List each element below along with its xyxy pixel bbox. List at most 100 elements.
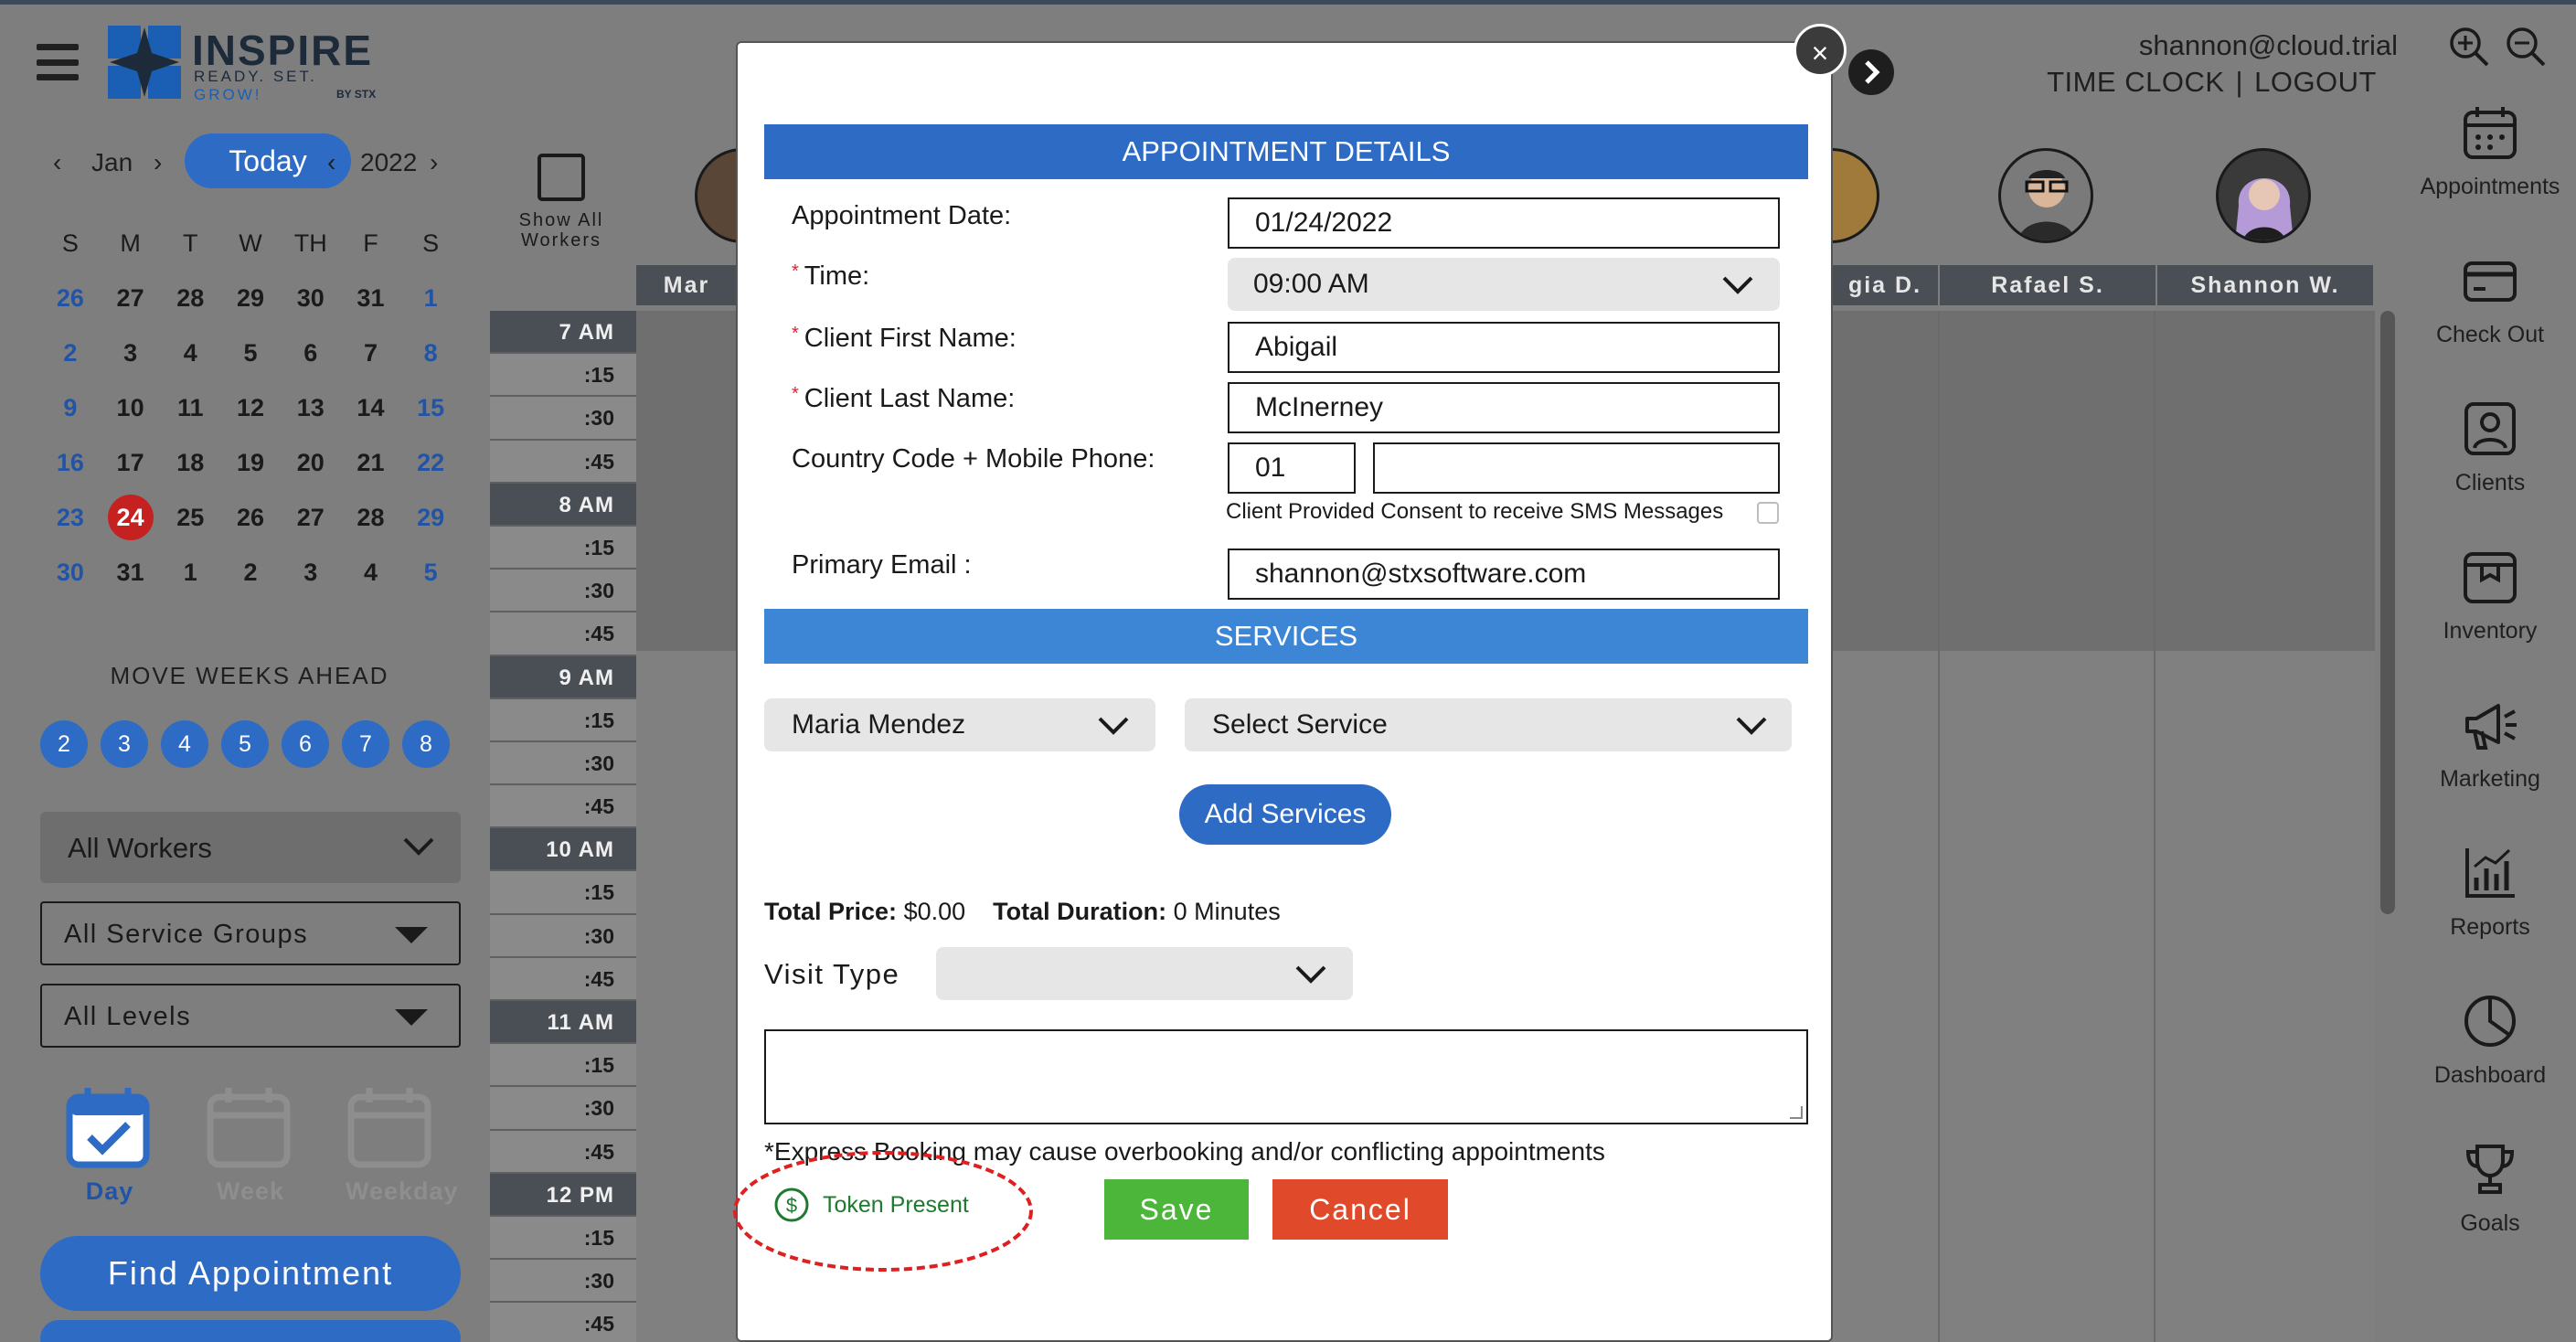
levels-select[interactable]: All Levels (40, 984, 461, 1048)
calendar-day[interactable]: 7 (341, 339, 401, 367)
appointment-date-input[interactable]: 01/24/2022 (1228, 197, 1780, 249)
avatar[interactable] (1998, 148, 2093, 243)
calendar-day[interactable]: 15 (400, 394, 461, 422)
zoom-in-icon[interactable] (2448, 26, 2490, 68)
find-appointment-button[interactable]: Find Appointment (40, 1236, 461, 1311)
nav-inventory[interactable]: Inventory (2404, 543, 2576, 691)
calendar-day[interactable]: 24 (101, 495, 161, 540)
today-button[interactable]: Today (185, 133, 351, 188)
calendar-day[interactable]: 18 (160, 449, 220, 477)
calendar-day[interactable]: 17 (101, 449, 161, 477)
nav-reports[interactable]: Reports (2404, 839, 2576, 987)
nav-clients[interactable]: Clients (2404, 395, 2576, 543)
show-all-checkbox[interactable] (538, 154, 585, 201)
calendar-day[interactable]: 25 (160, 504, 220, 532)
calendar-day[interactable]: 10 (101, 394, 161, 422)
calendar-day[interactable]: 28 (341, 504, 401, 532)
calendar-day[interactable]: 29 (400, 504, 461, 532)
zoom-out-icon[interactable] (2505, 26, 2547, 68)
show-all-workers[interactable]: Show All Workers (512, 154, 611, 250)
time-select[interactable]: 09:00 AM (1228, 258, 1780, 311)
calendar-day[interactable]: 8 (400, 339, 461, 367)
calendar-day[interactable]: 26 (220, 504, 281, 532)
prev-year-icon[interactable]: ‹ (327, 148, 335, 177)
calendar-day[interactable]: 30 (40, 559, 101, 587)
calendar-day[interactable]: 22 (400, 449, 461, 477)
day-view-button[interactable]: Day (64, 1084, 155, 1206)
weekday-view-button[interactable]: Weekday (346, 1084, 458, 1206)
service-groups-select[interactable]: All Service Groups (40, 901, 461, 965)
workers-select[interactable]: All Workers (40, 812, 461, 883)
calendar-day[interactable]: 1 (160, 559, 220, 587)
calendar-day[interactable]: 13 (281, 394, 341, 422)
service-worker-select[interactable]: Maria Mendez (764, 698, 1155, 751)
calendar-day[interactable]: 31 (101, 559, 161, 587)
week-view-button[interactable]: Week (205, 1084, 296, 1206)
prev-month-icon[interactable]: ‹ (53, 148, 61, 177)
calendar-day[interactable]: 28 (160, 284, 220, 313)
calendar-day[interactable]: 27 (101, 284, 161, 313)
calendar-day[interactable]: 4 (160, 339, 220, 367)
inspire-logo[interactable]: INSPIRE READY. SET. GROW! BY STX (108, 26, 391, 106)
service-select[interactable]: Select Service (1185, 698, 1792, 751)
calendar-day[interactable]: 14 (341, 394, 401, 422)
logout-link[interactable]: LOGOUT (2254, 66, 2377, 98)
calendar-day[interactable]: 3 (101, 339, 161, 367)
avatar[interactable] (2216, 148, 2311, 243)
time-clock-link[interactable]: TIME CLOCK (2047, 66, 2224, 98)
hamburger-menu-icon[interactable] (37, 44, 79, 80)
week-ahead-button[interactable]: 7 (342, 720, 389, 768)
calendar-day[interactable]: 12 (220, 394, 281, 422)
resize-handle-icon[interactable] (1790, 1106, 1803, 1119)
visit-type-select[interactable] (936, 947, 1353, 1000)
primary-email-input[interactable]: shannon@stxsoftware.com (1228, 549, 1780, 600)
nav-marketing[interactable]: Marketing (2404, 691, 2576, 839)
save-button[interactable]: Save (1104, 1179, 1249, 1240)
sms-consent-checkbox[interactable] (1757, 502, 1779, 524)
last-name-input[interactable]: McInerney (1228, 382, 1780, 433)
nav-appointments[interactable]: Appointments (2404, 99, 2576, 247)
visit-type-label: Visit Type (764, 958, 900, 990)
nav-goals[interactable]: Goals (2404, 1135, 2576, 1283)
calendar-day[interactable]: 16 (40, 449, 101, 477)
calendar-day[interactable]: 3 (281, 559, 341, 587)
add-services-button[interactable]: Add Services (1179, 784, 1391, 845)
mobile-phone-input[interactable] (1373, 442, 1780, 494)
calendar-day[interactable]: 21 (341, 449, 401, 477)
close-icon[interactable]: × (1794, 24, 1847, 77)
notes-textarea[interactable] (764, 1029, 1808, 1124)
week-ahead-button[interactable]: 2 (40, 720, 88, 768)
next-month-icon[interactable]: › (154, 148, 162, 177)
calendar-day[interactable]: 2 (40, 339, 101, 367)
calendar-day[interactable]: 5 (220, 339, 281, 367)
calendar-day[interactable]: 4 (341, 559, 401, 587)
country-code-input[interactable]: 01 (1228, 442, 1356, 494)
week-ahead-button[interactable]: 8 (402, 720, 450, 768)
week-ahead-button[interactable]: 3 (101, 720, 148, 768)
calendar-day[interactable]: 11 (160, 394, 220, 422)
calendar-day[interactable]: 26 (40, 284, 101, 313)
nav-check-out[interactable]: Check Out (2404, 247, 2576, 395)
next-year-icon[interactable]: › (430, 148, 438, 177)
calendar-day[interactable]: 23 (40, 504, 101, 532)
week-ahead-button[interactable]: 4 (161, 720, 208, 768)
calendar-day[interactable]: 2 (220, 559, 281, 587)
first-name-input[interactable]: Abigail (1228, 322, 1780, 373)
cancel-button[interactable]: Cancel (1272, 1179, 1448, 1240)
calendar-day[interactable]: 6 (281, 339, 341, 367)
calendar-day[interactable]: 5 (400, 559, 461, 587)
secondary-blue-button[interactable] (40, 1320, 461, 1342)
week-ahead-button[interactable]: 6 (282, 720, 329, 768)
calendar-day[interactable]: 9 (40, 394, 101, 422)
schedule-scrollbar[interactable] (2380, 311, 2395, 914)
calendar-day[interactable]: 19 (220, 449, 281, 477)
calendar-day[interactable]: 30 (281, 284, 341, 313)
nav-dashboard[interactable]: Dashboard (2404, 987, 2576, 1135)
calendar-day[interactable]: 31 (341, 284, 401, 313)
calendar-day[interactable]: 27 (281, 504, 341, 532)
calendar-day[interactable]: 29 (220, 284, 281, 313)
calendar-day[interactable]: 1 (400, 284, 461, 313)
calendar-day[interactable]: 20 (281, 449, 341, 477)
chevron-right-icon[interactable] (1848, 49, 1894, 95)
week-ahead-button[interactable]: 5 (221, 720, 269, 768)
